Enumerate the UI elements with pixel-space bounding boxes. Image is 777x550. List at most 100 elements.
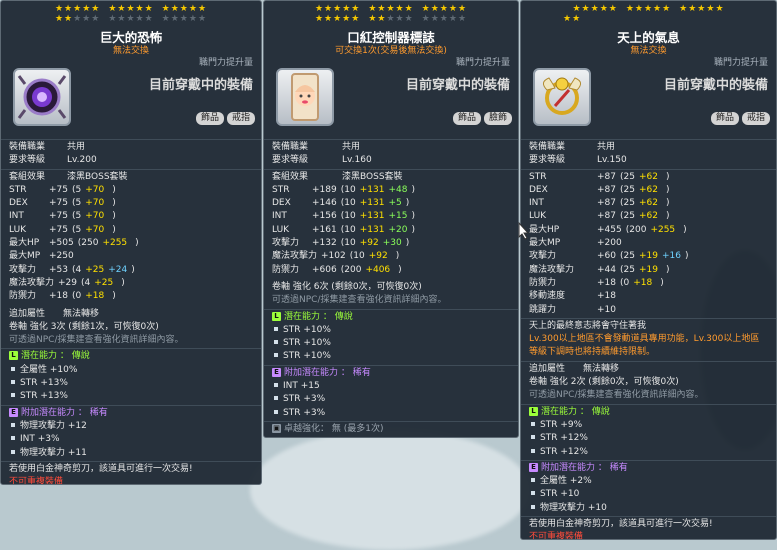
scissors-info: 若使用白金神奇剪刀，該道具可進行一次交易! — [529, 519, 713, 530]
stat-label: 最大MP — [529, 238, 561, 249]
stat-row: 最大MP +250 — [9, 250, 253, 263]
level-value: Lv.160 — [342, 155, 372, 166]
stat-row: 跳躍力 +10 — [529, 304, 768, 317]
stat-star-bonus: +24 — [108, 264, 128, 275]
equipped-label: 目前穿戴中的裝備 — [663, 78, 768, 93]
stat-total: +18 — [49, 291, 68, 302]
stat-total: +53 — [49, 264, 68, 275]
stat-base: (25 — [620, 171, 635, 182]
stat-base: (10 — [349, 251, 365, 262]
stat-base: (10 — [340, 198, 356, 209]
item-tooltip-panel: ★★★★★ ★★★★★ ★★★★★ ★★★★★ ★★★★★ ★★★★★ 巨大的恐怖 無法… — [0, 0, 262, 485]
starforce-stars: ★★★★★ ★★★★★ ★★★★★ ★★★★★ ★★★★★ ★★★★★ — [54, 4, 208, 24]
stat-total: +29 — [58, 277, 78, 288]
stat-row: 魔法攻擊力 +44 (25 +19) — [529, 264, 768, 277]
stat-label: 魔法攻擊力 — [272, 251, 318, 262]
stat-close: ) — [398, 264, 402, 275]
stat-label: 魔法攻擊力 — [529, 264, 575, 275]
stat-bonus: +70 — [85, 211, 105, 222]
job-label: 裝備職業 — [529, 142, 566, 152]
item-title: 口紅控制器標誌 — [347, 30, 435, 45]
stat-total: +87 — [597, 171, 616, 182]
category-tag: 飾品 — [452, 112, 481, 125]
stat-total: +132 — [312, 238, 337, 249]
stat-star-bonus: +15 — [388, 211, 408, 222]
stat-bonus: +131 — [359, 198, 385, 209]
stat-base: (10 — [340, 224, 356, 235]
stat-close: ) — [665, 171, 670, 182]
legendary-badge-icon: L — [272, 311, 281, 321]
stat-bonus: +70 — [85, 198, 105, 209]
stat-base: (5 — [72, 198, 82, 209]
stat-bonus: +70 — [85, 224, 105, 235]
stat-label: DEX — [9, 198, 28, 209]
item-description: 天上的最終意志將會守住著我 — [529, 320, 647, 331]
stat-star-bonus: +48 — [388, 184, 408, 195]
stat-bonus: +62 — [638, 198, 658, 209]
stat-row: STR +87 (25 +62) — [529, 171, 768, 184]
stat-row: INT +156 (10 +131 +15) — [272, 210, 510, 223]
additional-line: STR +3% — [283, 394, 326, 405]
stat-bonus: +92 — [359, 238, 379, 249]
stat-base: (5 — [72, 224, 82, 235]
stat-row: 魔法攻擊力 +102 (10 +92) — [272, 250, 510, 263]
potential-line: 全屬性 +10% — [20, 364, 78, 375]
stat-label: 最大HP — [9, 238, 40, 249]
stat-close: ) — [135, 238, 139, 249]
item-tooltip-panel: ★★★★★ ★★★★★ ★★★★★ ★★★★★ ★★★★★ ★★★★★ 口紅控制器標誌 … — [263, 0, 519, 438]
stat-row: STR +189 (10 +131 +48) — [272, 184, 510, 197]
bullet-icon — [274, 326, 278, 331]
bullet-icon — [531, 448, 535, 453]
stat-row: STR +75 (5 +70) — [9, 184, 253, 197]
stat-row: DEX +75 (5 +70) — [9, 197, 253, 210]
stat-close: ) — [112, 291, 116, 302]
stat-total: +200 — [597, 238, 622, 249]
extra-label: 追加屬性 — [9, 308, 46, 319]
stat-label: 最大MP — [9, 251, 41, 262]
stat-row: 攻擊力 +60 (25 +19 +16) — [529, 250, 768, 263]
stat-base: (0 — [72, 291, 82, 302]
gold-winged-ring-icon — [533, 68, 591, 126]
additional-line: INT +15 — [283, 381, 320, 392]
potential-header: 潛在能力 ： 傳說 — [21, 351, 90, 362]
stat-total: +75 — [49, 184, 68, 195]
equipped-label: 目前穿戴中的裝備 — [405, 78, 510, 93]
stat-row: LUK +161 (10 +131 +20) — [272, 224, 510, 237]
potential-header: 潛在能力 ： 傳說 — [541, 406, 610, 417]
stat-base: (5 — [72, 184, 82, 195]
bullet-icon — [11, 380, 15, 385]
stat-close: ) — [411, 211, 415, 222]
scissors-info: 若使用白金神奇剪刀，該道具可進行一次交易! — [9, 463, 193, 474]
transcend-info: 卓越強化： 無 (最多1次) — [284, 423, 384, 434]
stat-total: +87 — [597, 211, 616, 222]
level-label: 要求等級 — [272, 155, 309, 166]
stat-label: 攻擊力 — [529, 251, 557, 262]
stat-bonus: +62 — [638, 184, 658, 195]
stat-bonus: +92 — [368, 251, 388, 262]
starforce-stars: ★★★★★ ★★★★★ ★★★★★ ★★ — [563, 4, 725, 24]
scroll-info: 卷軸 強化 2次 (剩餘0次，可恢復0次) — [529, 377, 679, 388]
legendary-badge-icon: L — [9, 351, 18, 361]
job-label: 裝備職業 — [9, 142, 46, 152]
stat-label: INT — [529, 198, 544, 209]
job-power-label: 職門力提升量 — [455, 58, 510, 68]
stat-row: 防禦力 +606 (200 +406) — [272, 264, 510, 277]
stat-bonus: +19 — [638, 264, 658, 275]
stat-base: (4 — [72, 264, 82, 275]
stat-close: ) — [112, 211, 116, 222]
stat-total: +75 — [49, 198, 68, 209]
stat-label: 防禦力 — [9, 291, 37, 302]
job-value: 共用 — [342, 142, 361, 152]
stat-close: ) — [405, 198, 410, 209]
stat-base: (25 — [620, 251, 635, 262]
rare-badge-icon: E — [529, 462, 538, 472]
stat-row: 移動速度 +18 — [529, 290, 768, 303]
additional-line: 全屬性 +2% — [540, 476, 592, 487]
item-title: 天上的氣息 — [617, 30, 680, 45]
lipstick-face-badge-icon — [276, 68, 334, 126]
stat-close: ) — [405, 238, 410, 249]
stat-base: (200 — [340, 264, 362, 275]
stat-base: (10 — [340, 211, 356, 222]
stat-base: (200 — [625, 224, 647, 235]
potential-header: 潛在能力 ： 傳說 — [284, 311, 353, 322]
